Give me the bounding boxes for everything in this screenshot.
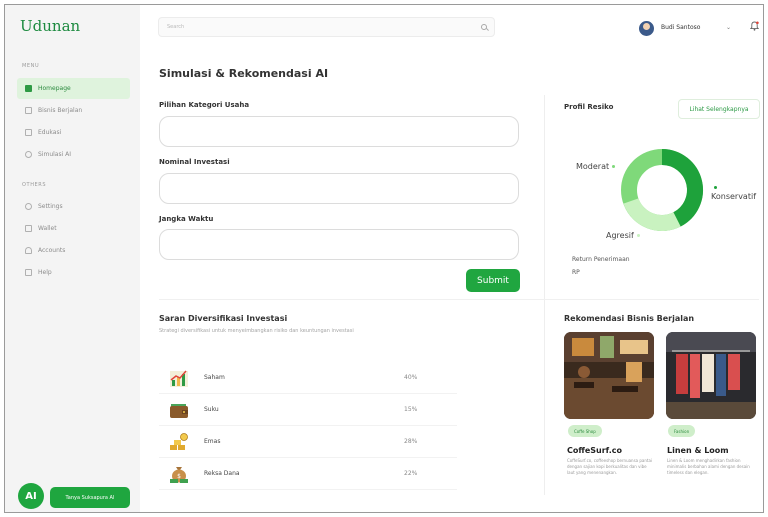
others-section-label: OTHERS (22, 182, 47, 188)
sidebar-item-bisnis-berjalan[interactable]: Bisnis Berjalan (17, 100, 130, 121)
category-input[interactable] (159, 116, 519, 147)
duration-label: Jangka Waktu (159, 215, 214, 223)
asset-name: Emas (204, 438, 221, 445)
coffee-shop-image[interactable] (564, 332, 654, 419)
avatar[interactable] (639, 21, 654, 36)
business-description: CoffeSurf.co, coffeeshop bernuansa panta… (567, 458, 653, 475)
sidebar-item-label: Simulasi AI (38, 151, 72, 158)
stock-chart-icon (170, 370, 188, 387)
diversification-subtitle: Strategi diversifikasi untuk menyeimbang… (159, 328, 354, 334)
sidebar-item-label: Bisnis Berjalan (38, 107, 83, 114)
gear-icon (25, 203, 32, 210)
ai-assistant-badge[interactable]: AI (18, 483, 44, 509)
help-icon (25, 269, 32, 276)
sidebar-item-edukasi[interactable]: Edukasi (17, 122, 130, 143)
search-placeholder: Search (167, 24, 185, 30)
investment-amount-label: Nominal Investasi (159, 158, 230, 166)
asset-name: Suku (204, 406, 219, 413)
user-name[interactable]: Budi Santoso (661, 24, 700, 31)
sidebar-item-label: Homepage (38, 85, 71, 92)
fashion-store-image[interactable] (666, 332, 756, 419)
business-description: Linen & Loom menghadirkan fashion minima… (667, 458, 750, 475)
sidebar-item-label: Help (38, 269, 52, 276)
sidebar-item-simulasi-ai[interactable]: Simulasi AI (17, 144, 130, 165)
page-title: Simulasi & Rekomendasi AI (159, 67, 329, 80)
donut-segment-agresif (623, 197, 681, 231)
asset-percent: 22% (404, 470, 418, 477)
legend-dot (636, 234, 640, 237)
sidebar-item-label: Settings (38, 203, 63, 210)
business-name[interactable]: Linen & Loom (667, 446, 729, 455)
money-bag-icon: $ (170, 467, 188, 483)
vertical-divider (544, 95, 545, 495)
chevron-down-icon[interactable]: ⌄ (726, 24, 731, 31)
category-label: Pilihan Kategori Usaha (159, 101, 250, 109)
sidebar-item-label: Wallet (38, 225, 57, 232)
wallet-icon (170, 404, 188, 418)
diversification-title: Saran Diversifikasi Investasi (159, 314, 288, 323)
wallet-icon (25, 225, 32, 232)
svg-text:$: $ (177, 473, 181, 480)
category-tag: Fashion (668, 425, 696, 437)
donut-segment-konservatif (661, 149, 703, 227)
book-icon (25, 129, 32, 136)
legend-label: Moderat (576, 162, 610, 171)
gold-icon (170, 433, 188, 450)
table-row: $ Reksa Dana 22% (159, 462, 457, 490)
legend-label: Konservatif (711, 192, 757, 201)
ask-ai-button[interactable]: Tanya Suksapura AI (50, 487, 130, 508)
asset-name: Saham (204, 374, 225, 381)
app-window: Udunan MENU Homepage Bisnis Berjalan Edu… (4, 4, 764, 513)
table-row: Suku 15% (159, 398, 457, 426)
sidebar-item-label: Accounts (38, 247, 66, 254)
sidebar-item-settings[interactable]: Settings (17, 196, 130, 217)
sidebar-item-help[interactable]: Help (17, 262, 130, 283)
search-input[interactable]: Search (158, 17, 495, 37)
risk-donut-chart (621, 149, 703, 231)
asset-name: Reksa Dana (204, 470, 240, 477)
app-logo: Udunan (20, 17, 81, 35)
investment-amount-input[interactable] (159, 173, 519, 204)
legend-label: Agresif (606, 231, 634, 240)
risk-profile-title: Profil Resiko (564, 103, 614, 111)
return-label: Return Penerimaan (572, 256, 630, 263)
sidebar-item-homepage[interactable]: Homepage (17, 78, 130, 99)
recommendations-title: Rekomendasi Bisnis Berjalan (564, 314, 695, 323)
legend-agresif: Agresif (606, 231, 643, 240)
legend-konservatif: Konservatif (711, 183, 763, 201)
sidebar-item-label: Edukasi (38, 129, 62, 136)
legend-moderat: Moderat (576, 162, 618, 171)
ai-icon (25, 151, 32, 158)
category-tag: Coffe Shop (568, 425, 602, 437)
submit-button[interactable]: Submit (466, 269, 520, 292)
search-icon[interactable] (481, 24, 487, 30)
see-more-button[interactable]: Lihat Selengkapnya (678, 99, 760, 119)
business-name[interactable]: CoffeSurf.co (567, 446, 622, 455)
horizontal-divider (159, 299, 759, 300)
return-value: RP (572, 269, 580, 276)
duration-input[interactable] (159, 229, 519, 260)
notification-bell-icon[interactable] (749, 21, 760, 34)
table-row: Emas 28% (159, 430, 457, 458)
cart-icon (25, 107, 32, 114)
table-row: Saham 40% (159, 366, 457, 394)
asset-percent: 40% (404, 374, 418, 381)
sidebar-item-wallet[interactable]: Wallet (17, 218, 130, 239)
asset-percent: 15% (404, 406, 418, 413)
user-icon (25, 247, 32, 254)
legend-dot (714, 186, 717, 189)
sidebar: Udunan MENU Homepage Bisnis Berjalan Edu… (5, 5, 140, 512)
sidebar-item-accounts[interactable]: Accounts (17, 240, 130, 261)
menu-section-label: MENU (22, 63, 40, 69)
asset-percent: 28% (404, 438, 418, 445)
home-icon (25, 85, 32, 92)
legend-dot (612, 165, 616, 168)
